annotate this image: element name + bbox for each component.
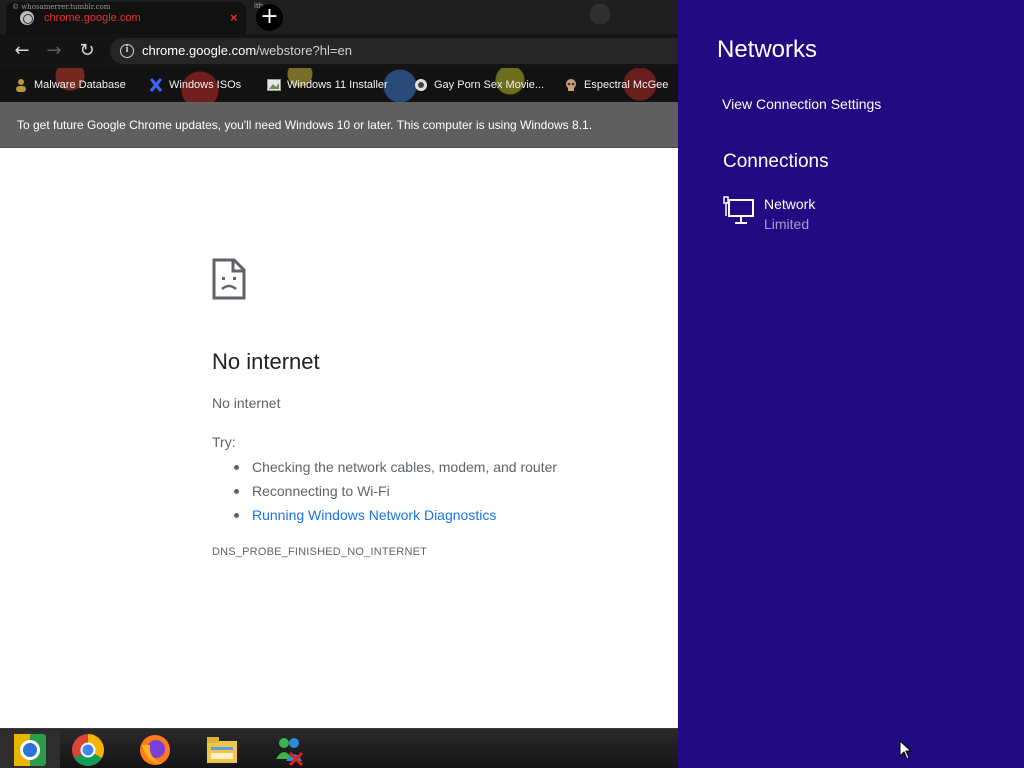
tab-title: chrome.google.com [44,12,141,24]
chrome-icon [72,734,104,766]
forward-button[interactable]: → [43,40,65,62]
networks-panel: Networks View Connection Settings Connec… [678,0,1024,768]
bookmark-label: Malware Database [34,79,126,91]
try-label: Try: [212,434,236,450]
close-tab-icon[interactable]: × [230,10,238,25]
browser-tab[interactable]: © whosamerrer.tumblr.com chrome.google.c… [6,2,246,34]
bookmark-label: Espectral McGee [584,79,669,91]
bookmark-site[interactable]: Gay Porn Sex Movie... [414,76,544,94]
bookmark-malware-database[interactable]: Malware Database [14,76,126,94]
bookmark-label: Gay Porn Sex Movie... [434,79,545,91]
taskbar-chrome-canary[interactable] [0,731,60,768]
connections-header: Connections [723,151,829,172]
connection-name: Network [764,196,816,212]
suggestion-check-cables: Checking the network cables, modem, and … [212,455,557,479]
url-path: /webstore?hl=en [256,43,352,58]
x-icon [149,78,163,92]
bookmark-espectral-mcgee[interactable]: Espectral McGee [564,76,668,94]
back-button[interactable]: ← [11,40,33,62]
person-icon [16,79,26,92]
chrome-window: © whosamerrer.tumblr.com chrome.google.c… [0,0,678,728]
address-bar[interactable]: i chrome.google.com/webstore?hl=en [110,38,678,64]
site-info-icon[interactable]: i [120,44,134,58]
update-message: To get future Google Chrome updates, you… [17,118,593,132]
tab-watermark: © whosamerrer.tumblr.com [12,3,111,11]
url-host: chrome.google.com [142,43,257,58]
taskbar [0,728,678,768]
chrome-canary-icon [14,734,46,766]
sad-document-icon [212,258,246,300]
globe-icon [20,11,34,25]
network-diagnostics-link[interactable]: Running Windows Network Diagnostics [212,503,557,527]
bookmark-label: Windows 11 Installer [287,79,388,91]
reload-button[interactable]: ↻ [76,40,98,62]
error-subtitle: No internet [212,395,281,411]
suggestion-list: Checking the network cables, modem, and … [212,455,557,527]
site-icon [415,79,427,91]
error-page: No internet No internet Try: Checking th… [0,148,678,728]
bookmark-windows-11-installer[interactable]: Windows 11 Installer [267,76,388,94]
taskbar-file-explorer[interactable] [192,731,252,768]
taskbar-firefox[interactable] [125,731,185,768]
networks-title: Networks [717,36,818,63]
new-tab-button[interactable]: + [256,4,283,31]
taskbar-chrome[interactable] [58,731,118,768]
image-icon [267,79,281,91]
connection-status: Limited [764,216,810,232]
firefox-icon [140,735,170,765]
bookmark-windows-isos[interactable]: Windows ISOs [149,76,241,94]
tab-strip: © whosamerrer.tumblr.com chrome.google.c… [0,0,678,34]
error-title: No internet [212,349,320,374]
taskbar-messenger[interactable] [259,731,319,768]
error-code: DNS_PROBE_FINISHED_NO_INTERNET [212,546,428,558]
messenger-icon [276,738,304,767]
wired-network-icon [723,196,754,224]
file-explorer-icon [207,737,237,763]
skull-icon [566,79,576,91]
bookmark-label: Windows ISOs [169,79,242,91]
connection-network[interactable]: Network Limited [722,192,1002,238]
suggestion-reconnect-wifi: Reconnecting to Wi-Fi [212,479,557,503]
update-infobar: To get future Google Chrome updates, you… [0,102,678,148]
mouse-cursor-icon [899,740,913,760]
url-text[interactable]: chrome.google.com/webstore?hl=en [142,43,352,58]
bookmarks-bar: Malware Database Windows ISOs Windows 11… [0,68,678,102]
view-connection-settings-link[interactable]: View Connection Settings [722,96,881,112]
browser-toolbar: ← → ↻ i chrome.google.com/webstore?hl=en [0,34,678,68]
